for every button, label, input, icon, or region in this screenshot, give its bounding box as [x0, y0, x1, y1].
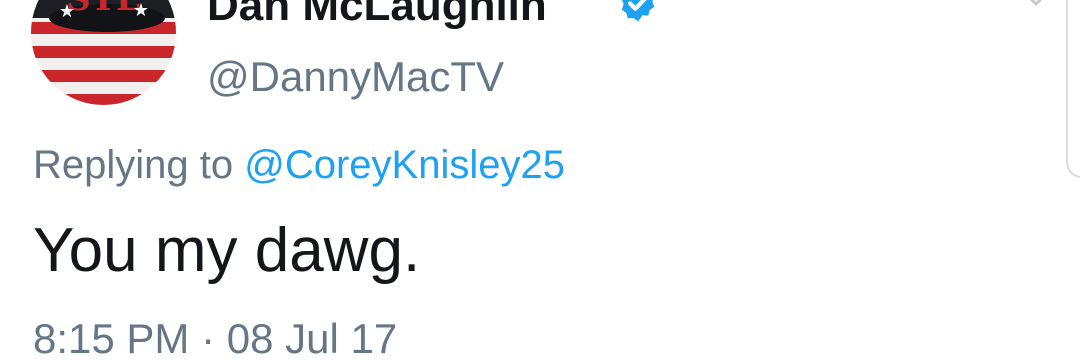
author-handle[interactable]: @DannyMacTV — [207, 53, 504, 101]
svg-text:★: ★ — [133, 0, 149, 20]
avatar-image: STL ★ ★ — [31, 0, 176, 105]
tweet-text: You my dawg. — [33, 216, 421, 285]
scrollbar[interactable] — [1066, 0, 1080, 178]
svg-text:STL: STL — [66, 0, 140, 19]
author-display-name[interactable]: Dan McLaughlin — [207, 0, 547, 28]
reply-mention-link[interactable]: @CoreyKnisley25 — [244, 143, 565, 187]
chevron-down-icon[interactable] — [1014, 0, 1058, 16]
svg-text:★: ★ — [59, 1, 75, 21]
tweet-card: STL ★ ★ Dan McLaughlin @DannyMacTV Reply… — [0, 0, 1080, 360]
verified-badge-icon — [617, 0, 659, 24]
replying-to: Replying to @CoreyKnisley25 — [33, 141, 565, 189]
avatar[interactable]: STL ★ ★ — [31, 0, 176, 105]
tweet-timestamp[interactable]: 8:15 PM · 08 Jul 17 — [33, 314, 397, 360]
replying-to-label: Replying to — [33, 143, 234, 187]
